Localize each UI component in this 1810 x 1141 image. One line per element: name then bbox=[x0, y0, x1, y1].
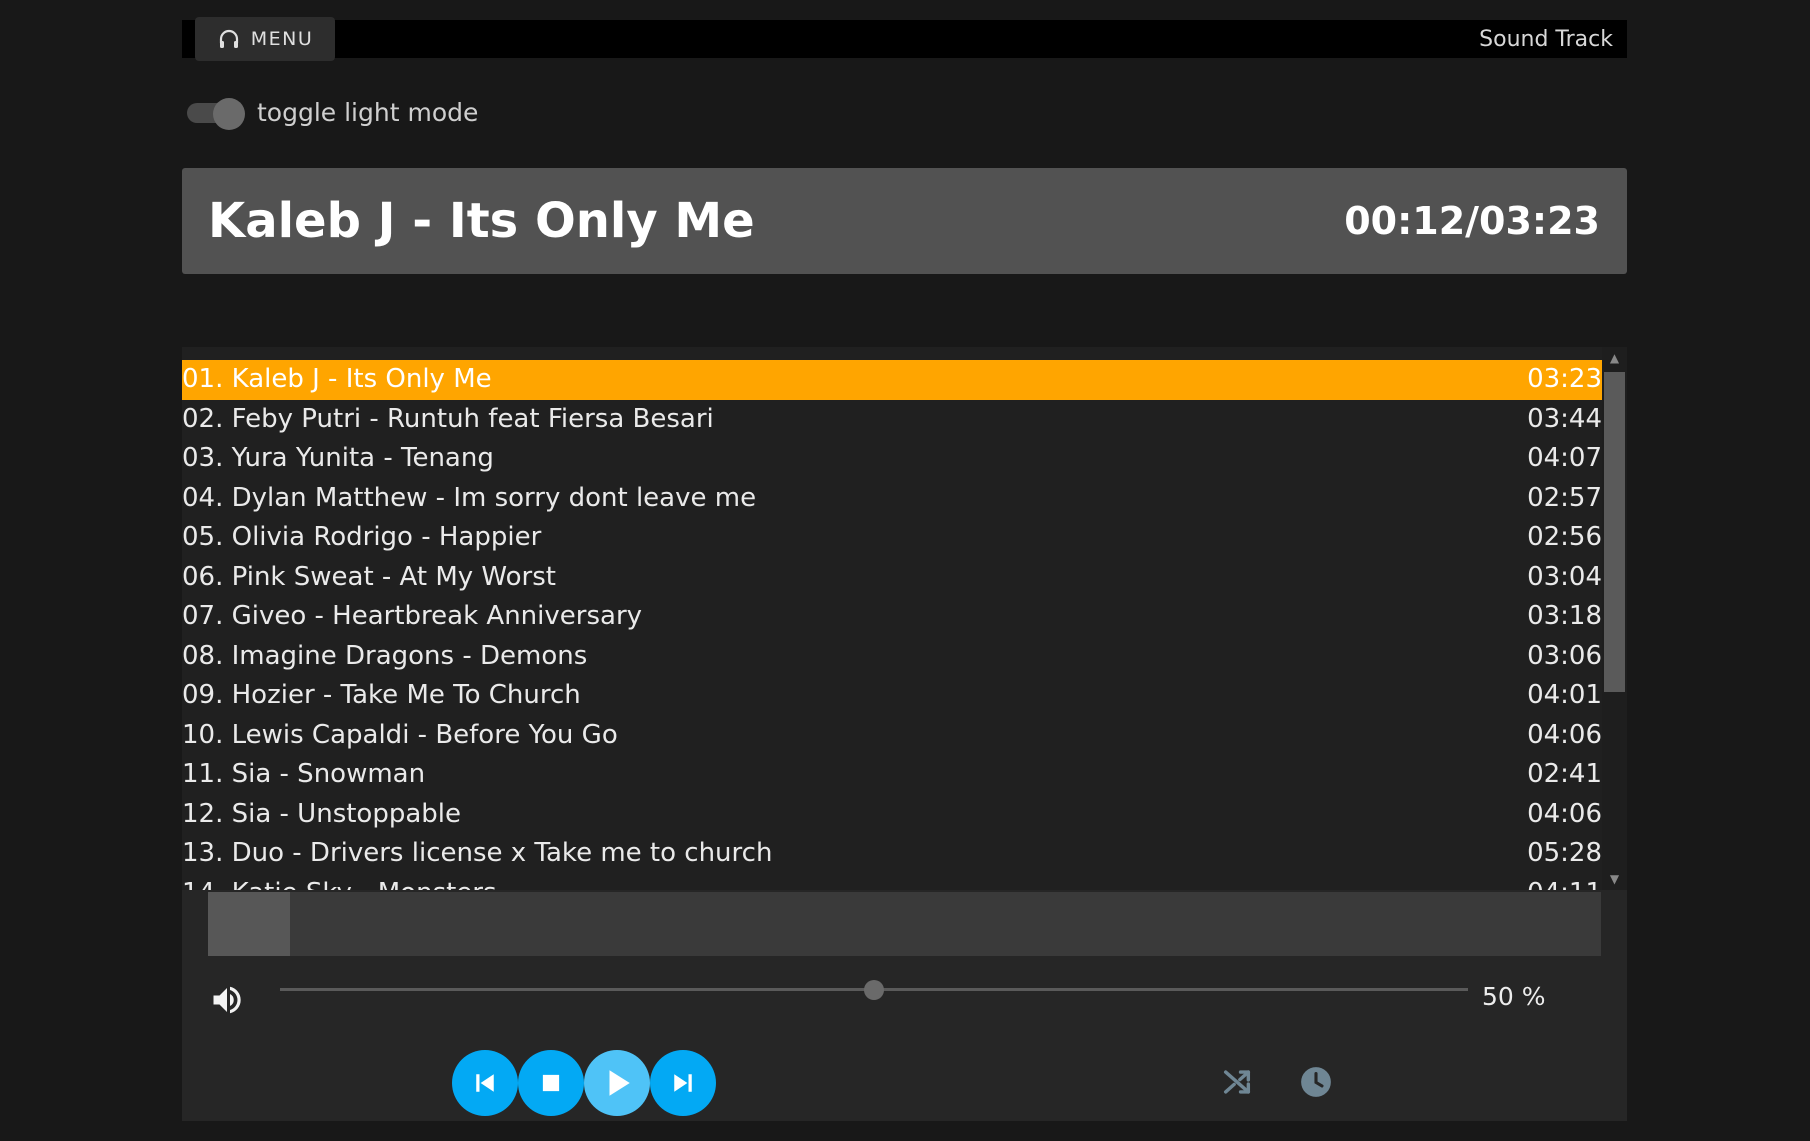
track-duration: 03:04 bbox=[1527, 561, 1602, 592]
play-icon bbox=[609, 1070, 630, 1096]
track-row[interactable]: 01. Kaleb J - Its Only Me 03:23 bbox=[182, 360, 1602, 400]
track-duration: 05:28 bbox=[1527, 838, 1602, 868]
previous-button[interactable] bbox=[452, 1050, 518, 1116]
brand-title: Sound Track bbox=[1479, 27, 1613, 52]
stop-icon bbox=[542, 1074, 560, 1092]
playlist: 01. Kaleb J - Its Only Me 03:23 02. Feby P… bbox=[182, 360, 1602, 890]
track-duration: 03:18 bbox=[1527, 601, 1602, 631]
app: MENU Sound Track toggle light mode Kaleb… bbox=[182, 0, 1627, 1141]
track-duration: 02:41 bbox=[1527, 759, 1602, 789]
track-row[interactable]: 06. Pink Sweat - At My Worst 03:04 bbox=[182, 558, 1602, 598]
volume-knob[interactable] bbox=[864, 980, 884, 1000]
playlist-panel: 01. Kaleb J - Its Only Me 03:23 02. Feby P… bbox=[182, 347, 1627, 890]
top-bar: MENU Sound Track bbox=[182, 17, 1627, 61]
clock-icon bbox=[1301, 1067, 1331, 1097]
track-row[interactable]: 07. Giveo - Heartbreak Anniversary 03:18 bbox=[182, 597, 1602, 637]
playlist-scrollbar[interactable]: ▲ ▼ bbox=[1602, 347, 1627, 890]
track-duration: 04:11 bbox=[1527, 874, 1602, 891]
player-panel: 50 % bbox=[182, 890, 1627, 1121]
scroll-down-icon[interactable]: ▼ bbox=[1602, 870, 1627, 888]
track-duration: 02:56 bbox=[1527, 522, 1602, 552]
now-playing-title: Kaleb J - Its Only Me bbox=[208, 193, 755, 249]
theme-toggle-row: toggle light mode bbox=[185, 96, 479, 130]
next-button[interactable] bbox=[650, 1050, 716, 1116]
track-duration: 03:06 bbox=[1527, 640, 1602, 671]
track-row[interactable]: 09. Hozier - Take Me To Church 04:01 bbox=[182, 676, 1602, 716]
previous-icon bbox=[476, 1074, 494, 1092]
track-label: 02. Feby Putri - Runtuh feat Fiersa Besa… bbox=[182, 403, 714, 434]
track-duration: 03:44 bbox=[1527, 403, 1602, 434]
menu-button[interactable]: MENU bbox=[195, 17, 335, 61]
volume-percent: 50 % bbox=[1482, 982, 1546, 1011]
now-playing-time: 00:12/03:23 bbox=[1344, 199, 1600, 243]
timer-button[interactable] bbox=[1296, 1062, 1336, 1102]
headphones-icon bbox=[219, 29, 238, 48]
track-row[interactable]: 12. Sia - Unstoppable 04:06 bbox=[182, 795, 1602, 835]
stop-button[interactable] bbox=[518, 1050, 584, 1116]
track-label: 09. Hozier - Take Me To Church bbox=[182, 680, 581, 710]
light-mode-toggle[interactable] bbox=[185, 98, 245, 130]
track-row[interactable]: 10. Lewis Capaldi - Before You Go 04:06 bbox=[182, 716, 1602, 756]
track-label: 07. Giveo - Heartbreak Anniversary bbox=[182, 601, 643, 631]
now-playing-banner: Kaleb J - Its Only Me 00:12/03:23 bbox=[182, 168, 1627, 274]
track-row[interactable]: 04. Dylan Matthew - Im sorry dont leave … bbox=[182, 479, 1602, 519]
track-duration: 04:06 bbox=[1527, 798, 1602, 829]
track-row[interactable]: 08. Imagine Dragons - Demons 03:06 bbox=[182, 637, 1602, 677]
track-duration: 04:06 bbox=[1527, 719, 1602, 750]
track-duration: 02:57 bbox=[1527, 482, 1602, 513]
track-label: 08. Imagine Dragons - Demons bbox=[182, 640, 588, 671]
track-row[interactable]: 14. Katie Sky - Monsters 04:11 bbox=[182, 874, 1602, 891]
track-label: 12. Sia - Unstoppable bbox=[182, 798, 462, 829]
menu-label: MENU bbox=[250, 28, 314, 50]
track-duration: 03:23 bbox=[1527, 364, 1602, 394]
volume-slider[interactable] bbox=[280, 980, 1468, 1000]
track-label: 06. Pink Sweat - At My Worst bbox=[182, 561, 556, 592]
play-button[interactable] bbox=[584, 1050, 650, 1116]
scroll-up-icon[interactable]: ▲ bbox=[1602, 349, 1627, 367]
volume-icon[interactable] bbox=[209, 982, 245, 1018]
track-row[interactable]: 05. Olivia Rodrigo - Happier 02:56 bbox=[182, 518, 1602, 558]
track-row[interactable]: 13. Duo - Drivers license x Take me to c… bbox=[182, 834, 1602, 874]
progress-fill bbox=[208, 892, 291, 956]
track-row[interactable]: 11. Sia - Snowman 02:41 bbox=[182, 755, 1602, 795]
track-label: 03. Yura Yunita - Tenang bbox=[182, 443, 494, 473]
toggle-label: toggle light mode bbox=[257, 97, 479, 127]
track-label: 01. Kaleb J - Its Only Me bbox=[182, 364, 492, 394]
next-icon bbox=[674, 1074, 692, 1092]
track-label: 04. Dylan Matthew - Im sorry dont leave … bbox=[182, 482, 757, 513]
track-label: 14. Katie Sky - Monsters bbox=[182, 874, 497, 891]
shuffle-icon bbox=[1223, 1070, 1251, 1094]
track-duration: 04:01 bbox=[1527, 680, 1602, 710]
track-label: 05. Olivia Rodrigo - Happier bbox=[182, 522, 542, 552]
track-label: 13. Duo - Drivers license x Take me to c… bbox=[182, 838, 773, 868]
toggle-knob bbox=[213, 98, 245, 130]
track-label: 10. Lewis Capaldi - Before You Go bbox=[182, 719, 618, 750]
track-label: 11. Sia - Snowman bbox=[182, 759, 426, 789]
track-duration: 04:07 bbox=[1527, 443, 1602, 473]
track-row[interactable]: 03. Yura Yunita - Tenang 04:07 bbox=[182, 439, 1602, 479]
shuffle-button[interactable] bbox=[1217, 1062, 1257, 1102]
track-row[interactable]: 02. Feby Putri - Runtuh feat Fiersa Besa… bbox=[182, 400, 1602, 440]
scroll-thumb[interactable] bbox=[1604, 372, 1625, 692]
progress-bar[interactable] bbox=[208, 892, 1601, 956]
